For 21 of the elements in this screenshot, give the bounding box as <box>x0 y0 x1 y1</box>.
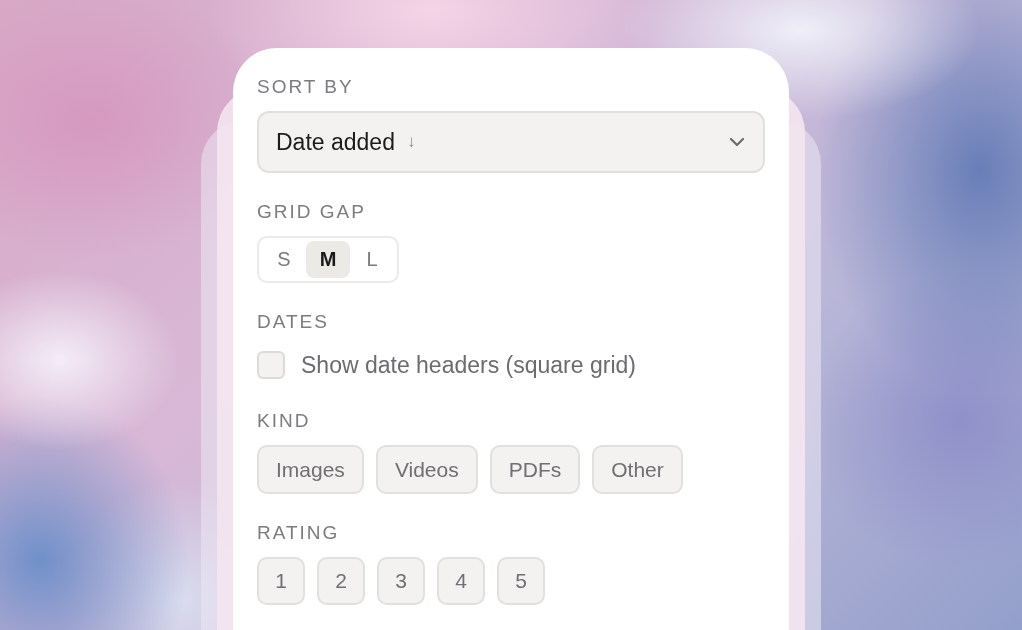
kind-chip[interactable]: PDFs <box>489 445 581 494</box>
rating-option[interactable]: 2 <box>317 557 365 605</box>
checkbox-label[interactable]: Show date headers (square grid) <box>301 351 636 379</box>
gap-option[interactable]: S <box>262 241 306 278</box>
rating-option[interactable]: 3 <box>377 557 425 605</box>
sort-select[interactable]: Date added ↓ <box>257 111 765 173</box>
checkbox[interactable] <box>257 351 285 379</box>
section-label: KIND <box>257 410 311 432</box>
kind-chip[interactable]: Videos <box>375 445 478 494</box>
rating-option[interactable]: 1 <box>257 557 305 605</box>
gap-option[interactable]: L <box>350 241 394 278</box>
section-label: GRID GAP <box>257 201 366 223</box>
gap-option[interactable]: M <box>306 241 350 278</box>
chevron-down-icon <box>729 137 745 147</box>
rating-option[interactable]: 5 <box>497 557 545 605</box>
kind-chip[interactable]: Other <box>592 445 683 494</box>
section-label: SORT BY <box>257 76 354 98</box>
section-label: DATES <box>257 311 329 333</box>
rating-option[interactable]: 4 <box>437 557 485 605</box>
kind-chip[interactable]: Images <box>257 445 364 494</box>
section-label: RATING <box>257 522 340 544</box>
